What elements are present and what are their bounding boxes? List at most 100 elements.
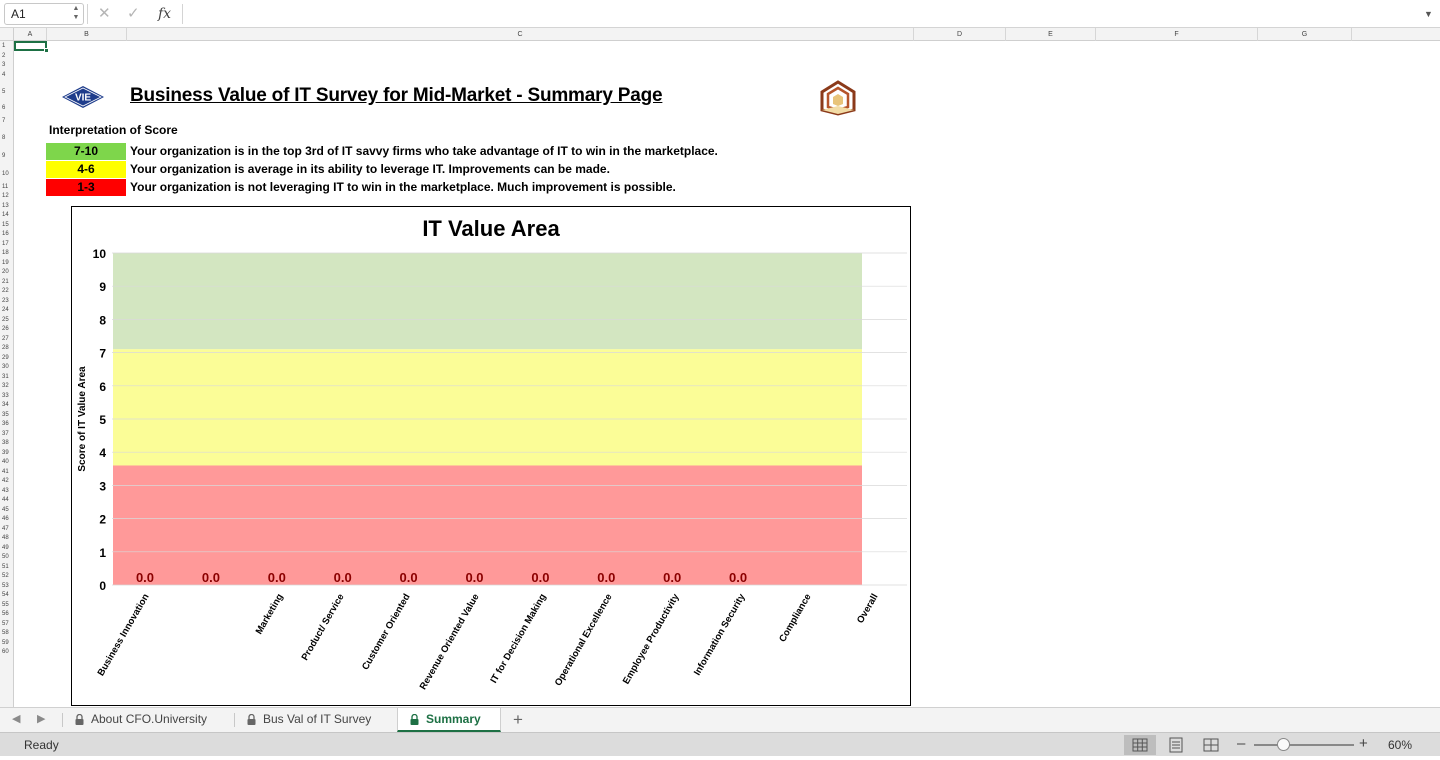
row-header-20[interactable]: 20 bbox=[0, 267, 14, 277]
row-header-30[interactable]: 30 bbox=[0, 362, 14, 372]
row-header-39[interactable]: 39 bbox=[0, 448, 14, 458]
zoom-slider[interactable] bbox=[1254, 744, 1354, 746]
row-header-11[interactable]: 11 bbox=[0, 182, 14, 192]
formula-input[interactable] bbox=[184, 3, 1414, 25]
zoom-slider-thumb[interactable] bbox=[1277, 738, 1290, 751]
row-header-14[interactable]: 14 bbox=[0, 210, 14, 220]
tab-about-cfo-university[interactable]: About CFO.University bbox=[63, 708, 233, 732]
add-sheet-button[interactable]: + bbox=[513, 710, 523, 730]
row-header-55[interactable]: 55 bbox=[0, 600, 14, 610]
row-header-59[interactable]: 59 bbox=[0, 638, 14, 648]
select-all-corner[interactable] bbox=[0, 28, 14, 41]
row-header-16[interactable]: 16 bbox=[0, 229, 14, 239]
row-header-27[interactable]: 27 bbox=[0, 334, 14, 344]
row-header-26[interactable]: 26 bbox=[0, 324, 14, 334]
row-header-53[interactable]: 53 bbox=[0, 581, 14, 591]
row-header-57[interactable]: 57 bbox=[0, 619, 14, 629]
row-header-40[interactable]: 40 bbox=[0, 457, 14, 467]
row-header-22[interactable]: 22 bbox=[0, 286, 14, 296]
row-header-43[interactable]: 43 bbox=[0, 486, 14, 496]
row-header-18[interactable]: 18 bbox=[0, 248, 14, 258]
row-header-29[interactable]: 29 bbox=[0, 353, 14, 363]
chart-frame[interactable]: IT Value Area Score of IT Value Area 0 1 2… bbox=[71, 206, 911, 706]
row-header-5[interactable]: 5 bbox=[0, 79, 14, 103]
row-header-56[interactable]: 56 bbox=[0, 609, 14, 619]
row-header-4[interactable]: 4 bbox=[0, 70, 14, 80]
next-sheet-icon[interactable]: ▶ bbox=[37, 712, 45, 725]
row-header-60[interactable]: 60 bbox=[0, 647, 14, 657]
row-header-34[interactable]: 34 bbox=[0, 400, 14, 410]
row-header-51[interactable]: 51 bbox=[0, 562, 14, 572]
row-header-46[interactable]: 46 bbox=[0, 514, 14, 524]
lock-icon bbox=[75, 714, 84, 725]
row-header-42[interactable]: 42 bbox=[0, 476, 14, 486]
row-header-49[interactable]: 49 bbox=[0, 543, 14, 553]
name-box-stepper-icon[interactable]: ▲ ▼ bbox=[70, 4, 82, 24]
row-header-32[interactable]: 32 bbox=[0, 381, 14, 391]
row-header-45[interactable]: 45 bbox=[0, 505, 14, 515]
row-header-2[interactable]: 2 bbox=[0, 51, 14, 61]
row-header-35[interactable]: 35 bbox=[0, 410, 14, 420]
row-header-8[interactable]: 8 bbox=[0, 128, 14, 146]
page-break-view-button[interactable] bbox=[1195, 735, 1227, 755]
row-header-31[interactable]: 31 bbox=[0, 372, 14, 382]
row-header-37[interactable]: 37 bbox=[0, 429, 14, 439]
zoom-level[interactable]: 60% bbox=[1388, 738, 1412, 752]
row-header-33[interactable]: 33 bbox=[0, 391, 14, 401]
row-header-21[interactable]: 21 bbox=[0, 277, 14, 287]
row-header-48[interactable]: 48 bbox=[0, 533, 14, 543]
column-header-d[interactable]: D bbox=[914, 28, 1006, 41]
row-header-47[interactable]: 47 bbox=[0, 524, 14, 534]
row-header-23[interactable]: 23 bbox=[0, 296, 14, 306]
row-header-10[interactable]: 10 bbox=[0, 164, 14, 182]
zoom-in-button[interactable]: + bbox=[1359, 735, 1368, 752]
row-header-58[interactable]: 58 bbox=[0, 628, 14, 638]
y-tick-label: 2 bbox=[99, 513, 106, 527]
row-header-36[interactable]: 36 bbox=[0, 419, 14, 429]
column-header-e[interactable]: E bbox=[1006, 28, 1096, 41]
column-header-a[interactable]: A bbox=[14, 28, 47, 41]
legend-text-high: Your organization is in the top 3rd of I… bbox=[130, 144, 718, 158]
column-header-b[interactable]: B bbox=[47, 28, 127, 41]
chevron-down-icon[interactable]: ▼ bbox=[1424, 4, 1433, 24]
column-header-c[interactable]: C bbox=[127, 28, 914, 41]
row-header-19[interactable]: 19 bbox=[0, 258, 14, 268]
row-header-12[interactable]: 12 bbox=[0, 191, 14, 201]
row-header-6[interactable]: 6 bbox=[0, 103, 14, 113]
row-header-28[interactable]: 28 bbox=[0, 343, 14, 353]
row-header-17[interactable]: 17 bbox=[0, 239, 14, 249]
row-header-15[interactable]: 15 bbox=[0, 220, 14, 230]
tab-bus-val-of-it-survey[interactable]: Bus Val of IT Survey bbox=[235, 708, 395, 732]
zoom-out-button[interactable]: – bbox=[1237, 735, 1245, 752]
row-header-3[interactable]: 3 bbox=[0, 60, 14, 70]
x-tick-label: Revenue Oriented Value bbox=[418, 592, 482, 692]
row-header-7[interactable]: 7 bbox=[0, 113, 14, 128]
tab-summary[interactable]: Summary bbox=[397, 708, 501, 732]
row-header-1[interactable]: 1 bbox=[0, 41, 14, 51]
fill-handle[interactable] bbox=[44, 48, 49, 53]
data-label: 0.0 bbox=[268, 570, 286, 585]
row-header-50[interactable]: 50 bbox=[0, 552, 14, 562]
row-header-13[interactable]: 13 bbox=[0, 201, 14, 211]
selected-cell[interactable] bbox=[14, 41, 47, 51]
prev-sheet-icon[interactable]: ◀ bbox=[12, 712, 20, 725]
column-header-g[interactable]: G bbox=[1258, 28, 1352, 41]
row-header-24[interactable]: 24 bbox=[0, 305, 14, 315]
row-header-25[interactable]: 25 bbox=[0, 315, 14, 325]
insert-function-icon[interactable]: fx bbox=[158, 4, 171, 24]
cancel-icon[interactable]: ✕ bbox=[98, 4, 111, 24]
row-header-9[interactable]: 9 bbox=[0, 146, 14, 164]
row-header-41[interactable]: 41 bbox=[0, 467, 14, 477]
page-layout-view-button[interactable] bbox=[1160, 735, 1192, 755]
column-header-f[interactable]: F bbox=[1096, 28, 1258, 41]
x-tick-label: Employee Productivity bbox=[621, 591, 682, 686]
score-band bbox=[113, 253, 862, 350]
row-header-44[interactable]: 44 bbox=[0, 495, 14, 505]
data-label: 0.0 bbox=[729, 570, 747, 585]
row-header-52[interactable]: 52 bbox=[0, 571, 14, 581]
confirm-icon[interactable]: ✓ bbox=[127, 4, 140, 24]
normal-view-button[interactable] bbox=[1124, 735, 1156, 755]
row-header-54[interactable]: 54 bbox=[0, 590, 14, 600]
data-label: 0.0 bbox=[136, 570, 154, 585]
row-header-38[interactable]: 38 bbox=[0, 438, 14, 448]
